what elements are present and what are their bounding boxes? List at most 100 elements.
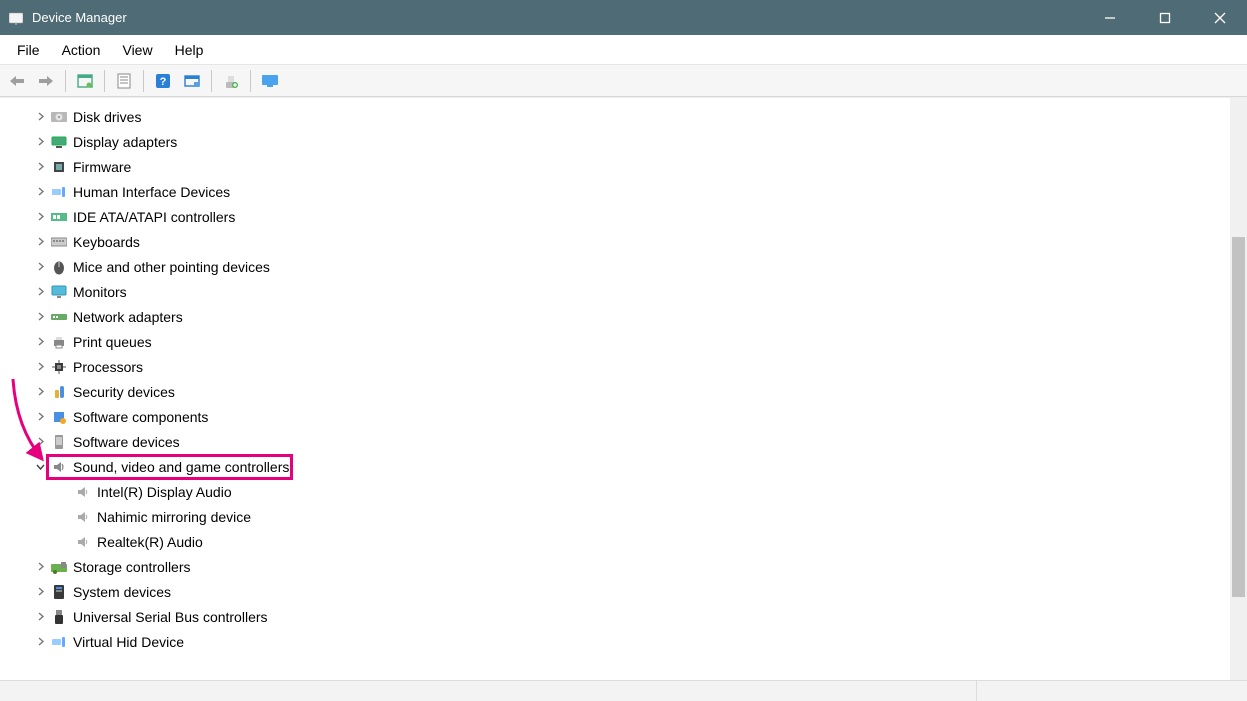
chevron-right-icon[interactable] [32,159,48,175]
tree-item-label: Human Interface Devices [73,184,230,200]
remote-computer-button[interactable] [258,69,282,93]
maximize-button[interactable] [1137,0,1192,35]
hid-icon [50,633,68,651]
storage-icon [50,558,68,576]
tree-item-label: Processors [73,359,143,375]
back-button[interactable] [5,69,29,93]
chevron-right-icon[interactable] [32,584,48,600]
tree-item-label: Software devices [73,434,180,450]
chevron-right-icon[interactable] [32,109,48,125]
help-button[interactable]: ? [151,69,175,93]
forward-button[interactable] [34,69,58,93]
tree-item[interactable]: Disk drives [24,104,1229,129]
tree-item[interactable]: Universal Serial Bus controllers [24,604,1229,629]
tree-item-label: Keyboards [73,234,140,250]
status-bar [0,680,1247,701]
tree-item[interactable]: Storage controllers [24,554,1229,579]
tree-view-pane: Disk drives Display adapters Firmware Human… [0,97,1247,680]
network-icon [50,308,68,326]
chevron-right-icon[interactable] [32,209,48,225]
software-icon [50,433,68,451]
tree-item-label: Universal Serial Bus controllers [73,609,268,625]
menu-bar: File Action View Help [0,35,1247,65]
menu-action[interactable]: Action [51,38,112,62]
tree-item[interactable]: Virtual Hid Device [24,629,1229,654]
tree-item[interactable]: Software components [24,404,1229,429]
svg-text:?: ? [160,76,167,88]
mouse-icon [50,258,68,276]
chevron-right-icon[interactable] [32,259,48,275]
tree-child-item[interactable]: Intel(R) Display Audio [24,479,1229,504]
tree-item-label: Virtual Hid Device [73,634,184,650]
chevron-right-icon[interactable] [32,334,48,350]
tree-item-label: Sound, video and game controllers [73,459,289,475]
tree-item-label: Realtek(R) Audio [97,534,203,550]
vertical-scrollbar[interactable] [1230,97,1247,680]
properties-button[interactable] [112,69,136,93]
tree-item[interactable]: Monitors [24,279,1229,304]
tree-item-label: Nahimic mirroring device [97,509,251,525]
tree-item[interactable]: Print queues [24,329,1229,354]
ide-icon [50,208,68,226]
firmware-icon [50,158,68,176]
tree-item-label: Storage controllers [73,559,191,575]
keyboard-icon [50,233,68,251]
chevron-right-icon[interactable] [32,409,48,425]
tree-child-item[interactable]: Realtek(R) Audio [24,529,1229,554]
chevron-right-icon[interactable] [32,609,48,625]
tree-item[interactable]: Mice and other pointing devices [24,254,1229,279]
tree-item-label: Mice and other pointing devices [73,259,270,275]
chevron-right-icon[interactable] [32,384,48,400]
chevron-right-icon[interactable] [32,634,48,650]
title-bar: Device Manager [0,0,1247,35]
chevron-down-icon[interactable] [32,459,48,475]
tree-item-label: Print queues [73,334,152,350]
tree-item[interactable]: System devices [24,579,1229,604]
chevron-right-icon[interactable] [32,434,48,450]
tree-item[interactable]: Sound, video and game controllers [24,454,1229,479]
tree-item[interactable]: IDE ATA/ATAPI controllers [24,204,1229,229]
usb-icon [50,608,68,626]
speaker-icon [74,533,92,551]
minimize-button[interactable] [1082,0,1137,35]
chevron-right-icon[interactable] [32,284,48,300]
tree-item-label: Monitors [73,284,127,300]
tree-item[interactable]: Software devices [24,429,1229,454]
tree-item-label: Disk drives [73,109,141,125]
tree-item[interactable]: Display adapters [24,129,1229,154]
tree-item-label: System devices [73,584,171,600]
tree-item[interactable]: Network adapters [24,304,1229,329]
scrollbar-thumb[interactable] [1232,237,1245,597]
chevron-right-icon[interactable] [32,134,48,150]
show-hide-console-button[interactable] [73,69,97,93]
toolbar: ? [0,65,1247,97]
security-icon [50,383,68,401]
tree-item-label: IDE ATA/ATAPI controllers [73,209,235,225]
tree-item[interactable]: Processors [24,354,1229,379]
menu-view[interactable]: View [111,38,163,62]
cpu-icon [50,358,68,376]
chevron-right-icon[interactable] [32,184,48,200]
chevron-right-icon[interactable] [32,309,48,325]
tree-item[interactable]: Human Interface Devices [24,179,1229,204]
tree-item[interactable]: Security devices [24,379,1229,404]
disk-icon [50,108,68,126]
chevron-right-icon[interactable] [32,559,48,575]
menu-file[interactable]: File [6,38,51,62]
chevron-right-icon[interactable] [32,234,48,250]
display-icon [50,133,68,151]
tree-item[interactable]: Keyboards [24,229,1229,254]
hid-icon [50,183,68,201]
tree-item-label: Firmware [73,159,131,175]
tree-child-item[interactable]: Nahimic mirroring device [24,504,1229,529]
scan-hardware-button[interactable] [180,69,204,93]
tree-item-label: Software components [73,409,208,425]
speaker-icon [74,508,92,526]
app-icon [8,10,24,26]
close-button[interactable] [1192,0,1247,35]
sound-icon [50,458,68,476]
update-driver-button[interactable] [219,69,243,93]
menu-help[interactable]: Help [164,38,215,62]
tree-item[interactable]: Firmware [24,154,1229,179]
chevron-right-icon[interactable] [32,359,48,375]
